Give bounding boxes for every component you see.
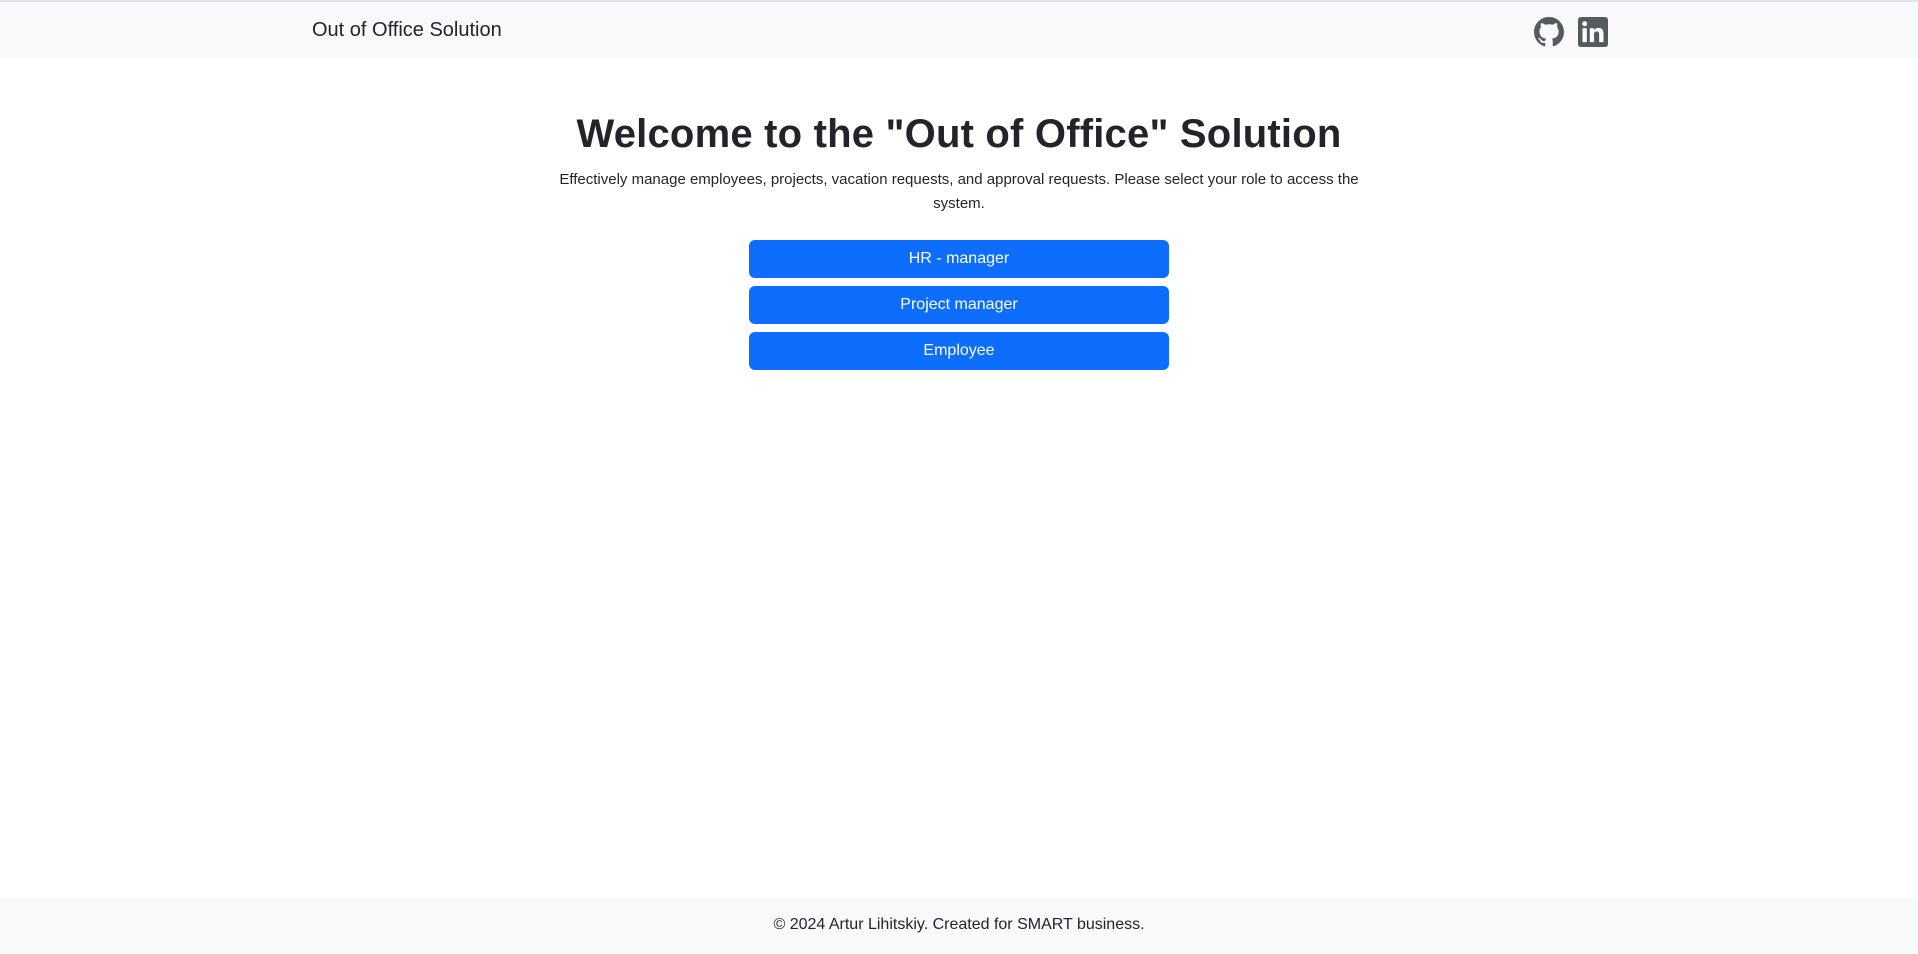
linkedin-link[interactable] [1578,17,1608,47]
navbar-brand[interactable]: Out of Office Solution [312,19,502,42]
navbar: Out of Office Solution [0,0,1918,58]
page-description: Effectively manage employees, projects, … [559,171,1359,212]
linkedin-icon [1578,17,1608,47]
project-manager-button[interactable]: Project manager [749,286,1169,324]
main-content: Welcome to the "Out of Office" Solution … [0,58,1918,378]
footer: © 2024 Artur Lihitskiy. Created for SMAR… [0,898,1918,954]
footer-copyright: © 2024 Artur Lihitskiy. Created for SMAR… [773,916,1145,933]
role-selection: HR - manager Project manager Employee [749,240,1169,370]
hr-manager-button[interactable]: HR - manager [749,240,1169,278]
github-link[interactable] [1534,17,1564,47]
page-title: Welcome to the "Out of Office" Solution [576,112,1342,156]
employee-button[interactable]: Employee [749,332,1169,370]
github-icon [1534,17,1564,47]
